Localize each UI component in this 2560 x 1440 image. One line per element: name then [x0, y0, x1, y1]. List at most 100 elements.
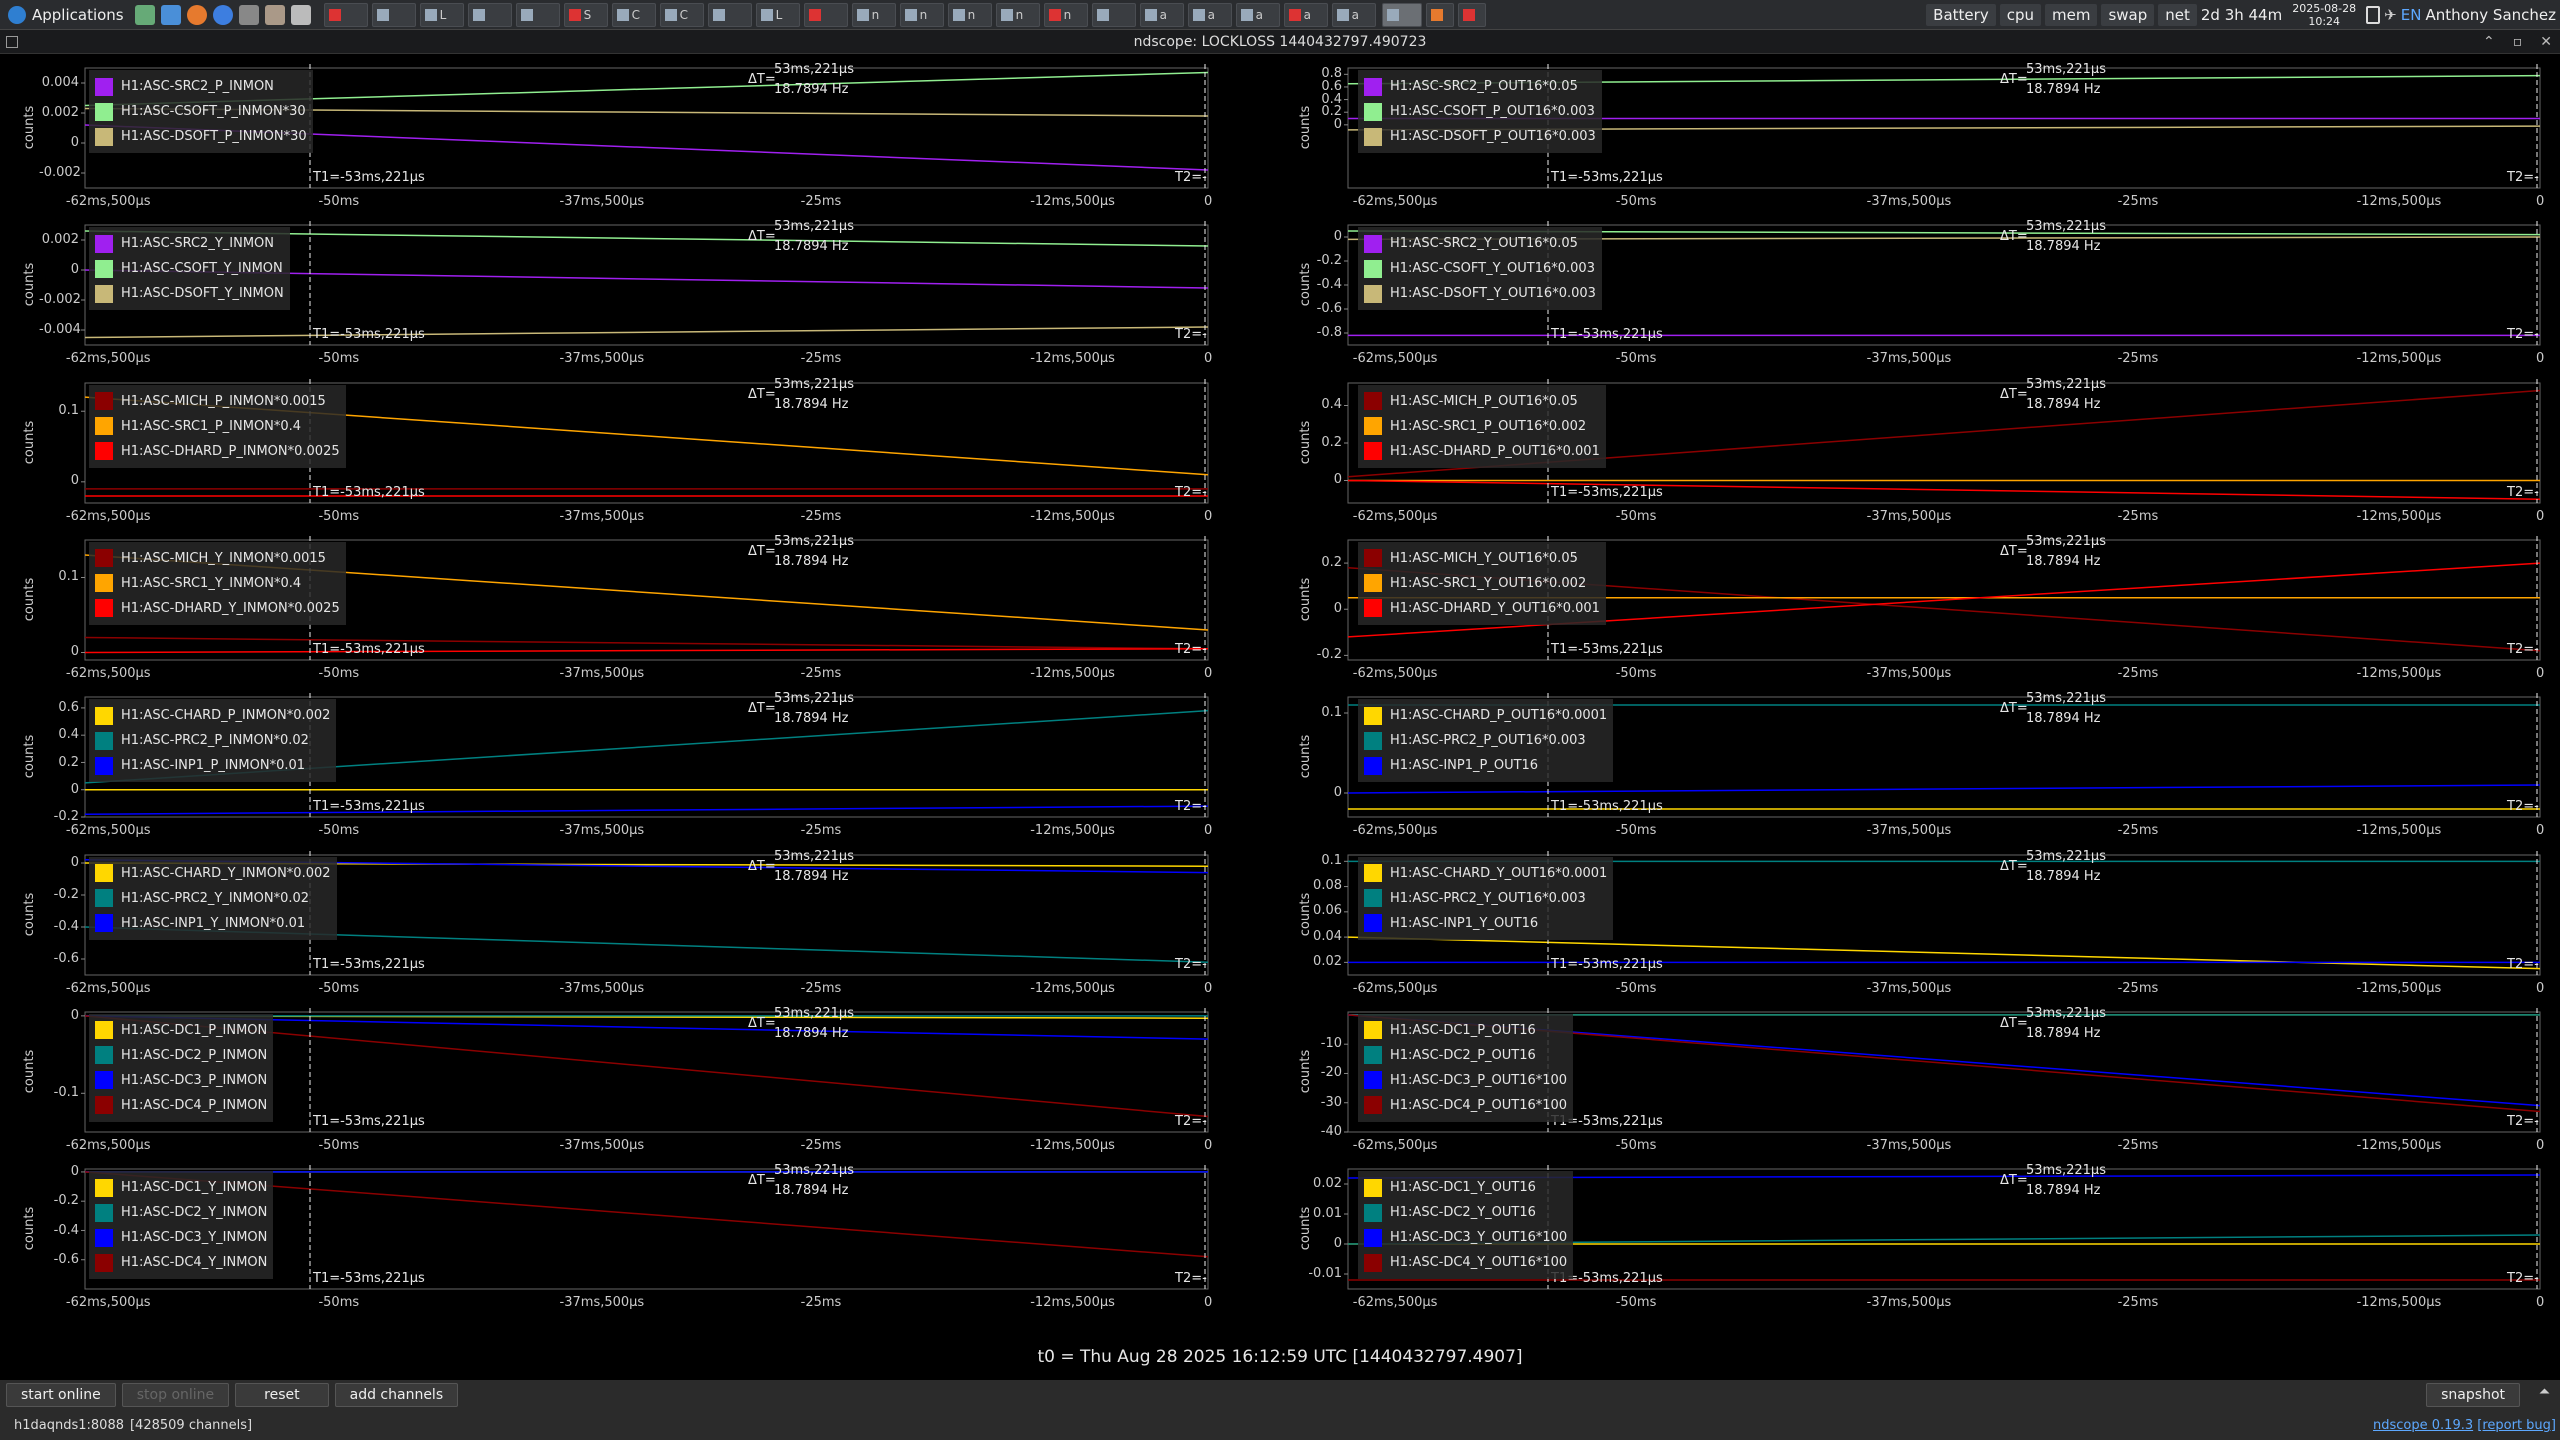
plot-panel[interactable]: counts 0.1 0 -62ms,500µs -50ms -37ms,500µs -25…: [0, 373, 1280, 530]
legend-item[interactable]: H1:ASC-SRC1_P_INMON*0.4: [95, 414, 340, 439]
legend-item[interactable]: H1:ASC-PRC2_Y_OUT16*0.003: [1364, 886, 1607, 911]
taskbar-task[interactable]: [1091, 2, 1136, 27]
legend-item[interactable]: H1:ASC-DC3_Y_OUT16*100: [1364, 1225, 1567, 1250]
taskbar-task[interactable]: a: [1235, 2, 1280, 27]
taskbar-task[interactable]: [467, 2, 512, 27]
file-manager-launcher-icon[interactable]: [160, 4, 181, 25]
window-menu-icon[interactable]: [6, 36, 18, 48]
legend-item[interactable]: H1:ASC-PRC2_P_OUT16*0.003: [1364, 728, 1607, 753]
legend-item[interactable]: H1:ASC-DC3_P_INMON: [95, 1068, 267, 1093]
legend-item[interactable]: H1:ASC-DC1_Y_OUT16: [1364, 1175, 1567, 1200]
cpu-indicator[interactable]: cpu: [1999, 4, 2041, 26]
plot-panel[interactable]: counts 0.002 0 -0.002 -0.004 -62ms,500µs -50ms…: [0, 215, 1280, 372]
legend-item[interactable]: H1:ASC-INP1_P_INMON*0.01: [95, 753, 330, 778]
legend-item[interactable]: H1:ASC-CSOFT_P_OUT16*0.003: [1364, 99, 1596, 124]
plot-panel[interactable]: counts 0.1 0 -62ms,500µs -50ms -37ms,500µs -25…: [0, 530, 1280, 687]
legend-item[interactable]: H1:ASC-CHARD_Y_INMON*0.002: [95, 861, 331, 886]
plot-panel[interactable]: counts 0 -0.2 -0.4 -0.6 -62ms,500µs -50ms -37ms…: [0, 1159, 1280, 1316]
plot-panel[interactable]: counts -10 -20 -30 -40 -62ms,500µs -50ms -37ms,…: [1280, 1002, 2560, 1159]
legend-item[interactable]: H1:ASC-DHARD_Y_OUT16*0.001: [1364, 596, 1600, 621]
network-icon[interactable]: ✈: [2384, 6, 2397, 24]
legend-item[interactable]: H1:ASC-CHARD_P_OUT16*0.0001: [1364, 703, 1607, 728]
reset-button[interactable]: reset: [235, 1383, 329, 1407]
legend-item[interactable]: H1:ASC-MICH_P_INMON*0.0015: [95, 389, 340, 414]
version-link[interactable]: ndscope 0.19.3: [2373, 1418, 2473, 1433]
plot-legend[interactable]: H1:ASC-DC1_Y_OUT16 H1:ASC-DC2_Y_OUT16 H1:A…: [1358, 1171, 1574, 1280]
legend-item[interactable]: H1:ASC-DC1_P_INMON: [95, 1018, 267, 1043]
user-name[interactable]: Anthony Sanchez: [2425, 6, 2560, 24]
plot-legend[interactable]: H1:ASC-SRC2_P_OUT16*0.05 H1:ASC-CSOFT_P_O…: [1358, 70, 1602, 153]
legend-item[interactable]: H1:ASC-DC1_Y_INMON: [95, 1175, 267, 1200]
plot-legend[interactable]: H1:ASC-MICH_Y_INMON*0.0015 H1:ASC-SRC1_Y_…: [89, 541, 346, 625]
legend-item[interactable]: H1:ASC-DSOFT_P_OUT16*0.003: [1364, 124, 1596, 149]
legend-item[interactable]: H1:ASC-CSOFT_P_INMON*30: [95, 99, 307, 124]
legend-item[interactable]: H1:ASC-MICH_Y_OUT16*0.05: [1364, 546, 1600, 571]
plot-legend[interactable]: H1:ASC-CHARD_Y_OUT16*0.0001 H1:ASC-PRC2_Y…: [1358, 856, 1614, 940]
legend-item[interactable]: H1:ASC-INP1_Y_OUT16: [1364, 911, 1607, 936]
plot-legend[interactable]: H1:ASC-CHARD_P_INMON*0.002 H1:ASC-PRC2_P_…: [89, 699, 337, 783]
legend-item[interactable]: H1:ASC-SRC1_Y_INMON*0.4: [95, 571, 340, 596]
add-channels-button[interactable]: add channels: [334, 1383, 459, 1407]
taskbar-task[interactable]: S: [563, 2, 608, 27]
taskbar-task[interactable]: n: [947, 2, 992, 27]
taskbar-task[interactable]: n: [899, 2, 944, 27]
legend-item[interactable]: H1:ASC-DC4_P_OUT16*100: [1364, 1093, 1567, 1118]
plot-panel[interactable]: counts 0.4 0.2 0 -62ms,500µs -50ms -37ms,500µs…: [1280, 373, 2560, 530]
plot-legend[interactable]: H1:ASC-DC1_Y_INMON H1:ASC-DC2_Y_INMON H1:A…: [89, 1171, 274, 1280]
net-indicator[interactable]: net: [2158, 4, 2197, 26]
taskbar-task[interactable]: n: [995, 2, 1040, 27]
language-indicator[interactable]: EN: [2401, 6, 2422, 24]
plot-legend[interactable]: H1:ASC-CHARD_P_OUT16*0.0001 H1:ASC-PRC2_P…: [1358, 699, 1614, 783]
legend-item[interactable]: H1:ASC-DC2_Y_INMON: [95, 1200, 267, 1225]
legend-item[interactable]: H1:ASC-DSOFT_Y_OUT16*0.003: [1364, 281, 1596, 306]
firefox-launcher-icon[interactable]: [186, 4, 207, 25]
legend-item[interactable]: H1:ASC-DHARD_Y_INMON*0.0025: [95, 596, 340, 621]
editor-launcher-icon[interactable]: [290, 4, 311, 25]
task-red-app[interactable]: [1457, 2, 1486, 27]
taskbar-task[interactable]: a: [1139, 2, 1184, 27]
legend-item[interactable]: H1:ASC-PRC2_Y_INMON*0.02: [95, 886, 331, 911]
battery-indicator[interactable]: Battery: [1926, 4, 1996, 26]
swap-indicator[interactable]: swap: [2101, 4, 2155, 26]
taskbar-task[interactable]: n: [1043, 2, 1088, 27]
legend-item[interactable]: H1:ASC-DC2_P_OUT16: [1364, 1043, 1567, 1068]
legend-item[interactable]: H1:ASC-DC3_P_OUT16*100: [1364, 1068, 1567, 1093]
plot-panel[interactable]: counts 0.1 0 -62ms,500µs -50ms -37ms,500µs -25…: [1280, 687, 2560, 844]
plot-legend[interactable]: H1:ASC-CHARD_Y_INMON*0.002 H1:ASC-PRC2_Y_…: [89, 856, 337, 940]
report-bug-link[interactable]: [report bug]: [2477, 1418, 2556, 1433]
plot-panel[interactable]: counts 0.004 0.002 0 -0.002 -62ms,500µs -50ms -…: [0, 58, 1280, 215]
snapshot-button[interactable]: snapshot: [2426, 1383, 2520, 1407]
plot-panel[interactable]: counts 0.8 0.6 0.4 0.2 0 -62ms,500µs -50ms -37ms…: [1280, 58, 2560, 215]
legend-item[interactable]: H1:ASC-SRC2_Y_INMON: [95, 231, 284, 256]
legend-item[interactable]: H1:ASC-SRC2_P_INMON: [95, 74, 307, 99]
plot-panel[interactable]: counts 0.1 0.08 0.06 0.04 0.02 -62ms,500µs -50m…: [1280, 845, 2560, 1002]
plot-legend[interactable]: H1:ASC-MICH_P_OUT16*0.05 H1:ASC-SRC1_P_OU…: [1358, 384, 1606, 468]
legend-item[interactable]: H1:ASC-DC2_P_INMON: [95, 1043, 267, 1068]
taskbar-task[interactable]: C: [659, 2, 704, 27]
legend-item[interactable]: H1:ASC-DHARD_P_OUT16*0.001: [1364, 439, 1600, 464]
maximize-icon[interactable]: ▫: [2513, 30, 2523, 54]
plot-legend[interactable]: H1:ASC-MICH_Y_OUT16*0.05 H1:ASC-SRC1_Y_OU…: [1358, 541, 1606, 625]
taskbar-task[interactable]: [515, 2, 560, 27]
plot-panel[interactable]: counts 0 -0.2 -0.4 -0.6 -62ms,500µs -50ms -37ms…: [0, 845, 1280, 1002]
taskbar-task[interactable]: a: [1187, 2, 1232, 27]
active-task-ndscope[interactable]: [1381, 2, 1422, 27]
taskbar-task[interactable]: C: [611, 2, 656, 27]
taskbar-task[interactable]: [371, 2, 416, 27]
legend-item[interactable]: H1:ASC-DHARD_P_INMON*0.0025: [95, 439, 340, 464]
plot-legend[interactable]: H1:ASC-DC1_P_OUT16 H1:ASC-DC2_P_OUT16 H1:A…: [1358, 1013, 1574, 1122]
plot-panel[interactable]: counts 0.2 0 -0.2 -62ms,500µs -50ms -37ms,500µ…: [1280, 530, 2560, 687]
taskbar-task[interactable]: a: [1331, 2, 1376, 27]
network-launcher-icon[interactable]: [238, 4, 259, 25]
plot-legend[interactable]: H1:ASC-SRC2_Y_INMON H1:ASC-CSOFT_Y_INMON H…: [89, 227, 290, 311]
start-online-button[interactable]: start online: [6, 1383, 116, 1407]
clock[interactable]: 2025-08-28 10:24: [2286, 2, 2362, 28]
task-firefox[interactable]: [1425, 2, 1454, 27]
browser-launcher-icon[interactable]: [212, 4, 233, 25]
expand-up-icon[interactable]: ⏶: [2539, 1384, 2550, 1400]
legend-item[interactable]: H1:ASC-INP1_P_OUT16: [1364, 753, 1607, 778]
legend-item[interactable]: H1:ASC-SRC1_Y_OUT16*0.002: [1364, 571, 1600, 596]
legend-item[interactable]: H1:ASC-CSOFT_Y_INMON: [95, 256, 284, 281]
legend-item[interactable]: H1:ASC-DC2_Y_OUT16: [1364, 1200, 1567, 1225]
plot-legend[interactable]: H1:ASC-DC1_P_INMON H1:ASC-DC2_P_INMON H1:A…: [89, 1013, 274, 1122]
